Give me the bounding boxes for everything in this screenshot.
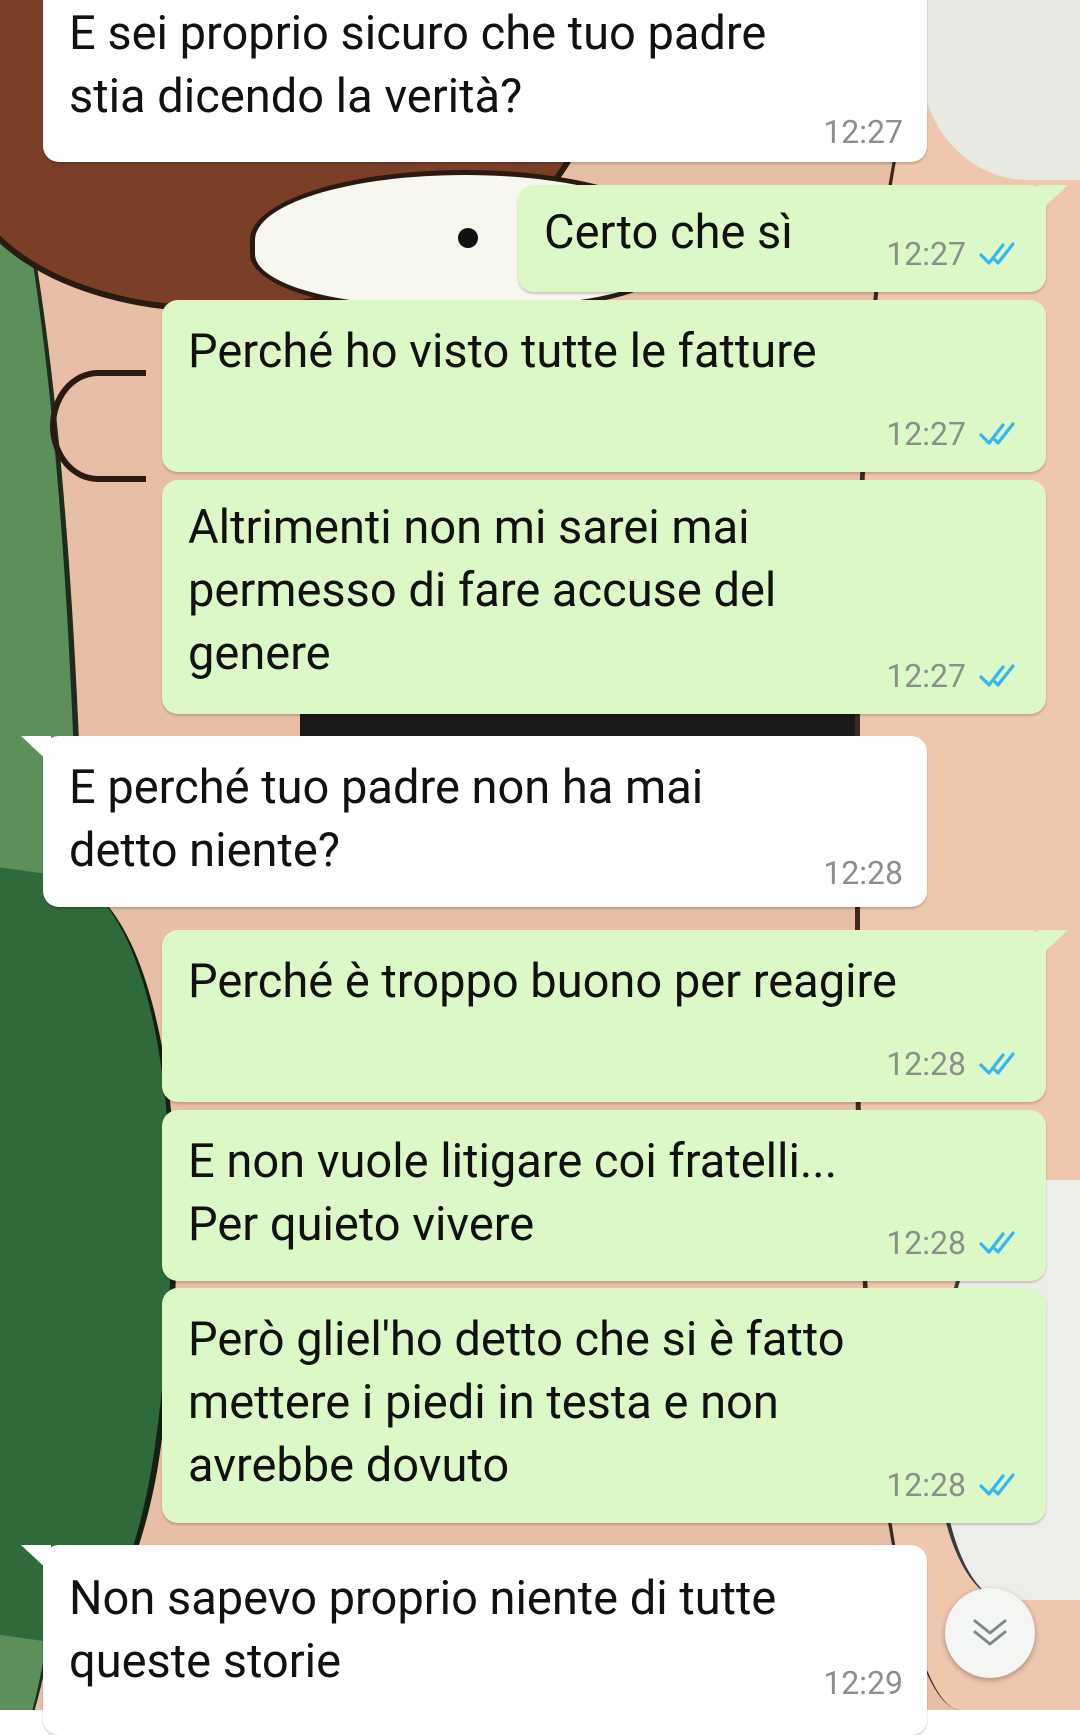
- message-meta: 12:27: [886, 416, 1024, 452]
- scroll-to-bottom-button[interactable]: [945, 1588, 1035, 1678]
- message-meta: 12:29: [823, 1665, 903, 1701]
- message-meta: 12:27: [886, 658, 1024, 694]
- message-text: Perché è troppo buono per reagire: [188, 954, 897, 1009]
- message-time: 12:27: [886, 415, 966, 453]
- message-meta: 12:28: [886, 1225, 1024, 1261]
- bubble-tail: [1038, 930, 1068, 958]
- message-time: 12:28: [886, 1224, 966, 1262]
- message-time: 12:27: [886, 657, 966, 695]
- outgoing-message[interactable]: Perché ho visto tutte le fatture 12:27: [162, 300, 1046, 472]
- double-check-icon: [979, 422, 1015, 445]
- message-meta: 12:28: [886, 1467, 1024, 1503]
- message-meta: 12:28: [886, 1046, 1024, 1082]
- message-meta: 12:27: [886, 236, 1024, 272]
- double-check-icon: [979, 664, 1015, 687]
- incoming-message[interactable]: E perché tuo padre non ha mai detto nien…: [21, 736, 927, 907]
- bubble-tail: [21, 736, 51, 764]
- double-check-icon: [979, 1231, 1015, 1254]
- incoming-message[interactable]: E sei proprio sicuro che tuo padre stia …: [43, 0, 927, 162]
- message-text: E perché tuo padre non ha mai detto nien…: [69, 760, 704, 878]
- double-check-icon: [979, 1052, 1015, 1075]
- message-time: 12:27: [823, 113, 903, 151]
- message-text: Perché ho visto tutte le fatture: [188, 324, 817, 379]
- outgoing-message[interactable]: Certo che sì 12:27: [518, 185, 1068, 292]
- outgoing-message[interactable]: Però gliel'ho detto che si è fatto mette…: [162, 1288, 1046, 1523]
- outgoing-message[interactable]: Perché è troppo buono per reagire 12:28: [162, 930, 1068, 1102]
- message-list[interactable]: E sei proprio sicuro che tuo padre stia …: [0, 0, 1080, 1735]
- message-time: 12:28: [886, 1466, 966, 1504]
- message-time: 12:27: [886, 235, 966, 273]
- outgoing-message[interactable]: E non vuole litigare coi fratelli... Per…: [162, 1110, 1046, 1281]
- incoming-message[interactable]: Non sapevo proprio niente di tutte quest…: [21, 1545, 927, 1735]
- message-text: Non sapevo proprio niente di tutte quest…: [69, 1571, 777, 1689]
- message-time: 12:28: [823, 854, 903, 892]
- message-text: E sei proprio sicuro che tuo padre stia …: [69, 6, 767, 124]
- bubble-tail: [21, 1545, 51, 1573]
- double-check-icon: [979, 242, 1015, 265]
- bubble-tail: [1038, 185, 1068, 213]
- outgoing-message[interactable]: Altrimenti non mi sarei mai permesso di …: [162, 480, 1046, 714]
- message-meta: 12:27: [823, 114, 903, 150]
- double-chevron-down-icon: [973, 1619, 1007, 1646]
- double-check-icon: [979, 1473, 1015, 1496]
- message-time: 12:28: [886, 1045, 966, 1083]
- message-meta: 12:28: [823, 855, 903, 891]
- message-time: 12:29: [823, 1664, 903, 1702]
